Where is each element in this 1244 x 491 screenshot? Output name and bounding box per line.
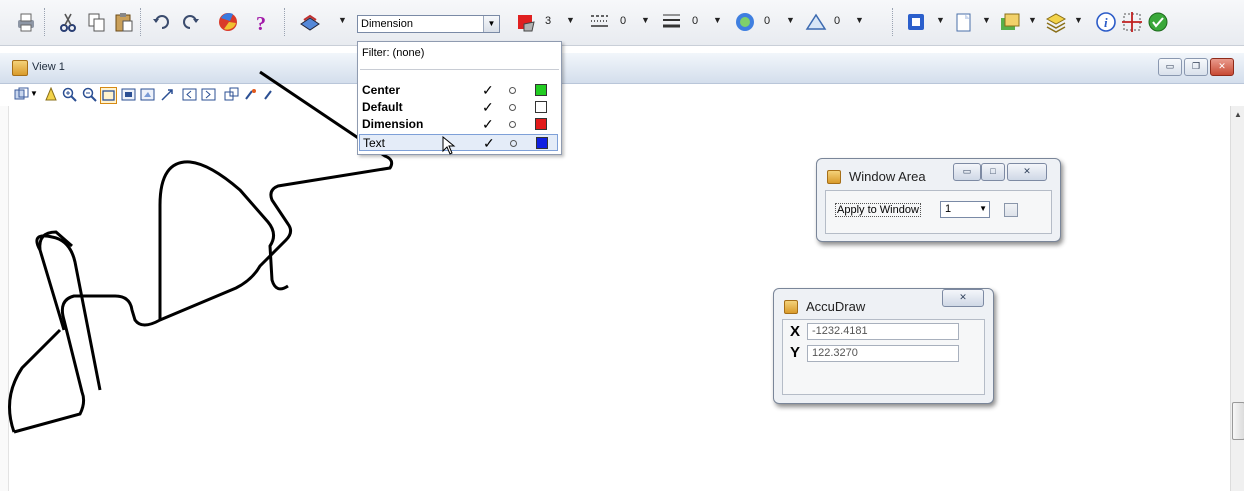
checkmark-icon: ✓	[482, 99, 494, 115]
dot-icon	[510, 140, 517, 147]
window-area-title: Window Area	[849, 169, 926, 184]
checkmark-icon: ✓	[482, 82, 494, 98]
window-area-dialog: Window Area ▭ □ ✕ Apply to Window 1 ▼	[816, 158, 1061, 242]
gear-tooth-shape	[35, 234, 102, 391]
gear-slot-shape	[158, 160, 289, 320]
symbology-item-label: Dimension	[362, 117, 424, 131]
filter-label: Filter: (none)	[362, 47, 425, 59]
color-swatch	[535, 84, 547, 96]
checkmark-icon: ✓	[482, 116, 494, 132]
x-coordinate-value: -1232.4181	[812, 325, 868, 337]
window-number-select[interactable]: 1 ▼	[940, 201, 990, 218]
apply-to-window-label: Apply to Window	[835, 203, 921, 217]
symbology-item-label: Text	[363, 136, 386, 150]
minimize-dialog-button[interactable]: ▭	[953, 163, 981, 181]
window-number-value: 1	[945, 203, 952, 215]
dropdown-divider	[360, 69, 559, 70]
dot-icon	[509, 104, 516, 111]
symbology-item-center[interactable]: Center ✓	[359, 82, 558, 99]
symbology-item-default[interactable]: Default ✓	[359, 99, 558, 116]
symbology-item-text[interactable]: Text ✓	[359, 134, 558, 151]
window-area-body: Apply to Window 1 ▼	[825, 190, 1052, 234]
symbology-dropdown-list: Filter: (none) Center ✓ Default ✓ Dimens…	[357, 41, 562, 155]
symbology-item-label: Default	[362, 100, 403, 114]
accudraw-body: X -1232.4181 Y 122.3270	[782, 319, 985, 395]
y-coordinate-field[interactable]: 122.3270	[807, 345, 959, 362]
y-axis-label: Y	[790, 344, 801, 361]
dialog-icon	[827, 170, 841, 184]
x-axis-label: X	[790, 323, 801, 340]
drawing-canvas[interactable]	[0, 0, 1244, 491]
color-swatch	[535, 101, 547, 113]
color-swatch	[535, 118, 547, 130]
dot-icon	[509, 87, 516, 94]
color-swatch	[536, 137, 548, 149]
close-dialog-button[interactable]: ✕	[1007, 163, 1047, 181]
dot-icon	[509, 121, 516, 128]
dialog-icon	[784, 300, 798, 314]
x-coordinate-field[interactable]: -1232.4181	[807, 323, 959, 340]
apply-checkbox[interactable]	[1004, 203, 1018, 217]
y-coordinate-value: 122.3270	[812, 347, 858, 359]
checkmark-icon: ✓	[483, 135, 495, 151]
symbology-item-label: Center	[362, 83, 401, 97]
accudraw-title: AccuDraw	[806, 299, 866, 314]
close-dialog-button[interactable]: ✕	[942, 289, 984, 307]
symbology-item-dimension[interactable]: Dimension ✓	[359, 116, 558, 133]
gear-tooth-shape	[8, 328, 62, 433]
mouse-pointer-icon	[442, 136, 456, 155]
chevron-down-icon[interactable]: ▼	[979, 204, 987, 213]
maximize-dialog-button[interactable]: □	[981, 163, 1005, 181]
accudraw-dialog: AccuDraw ✕ X -1232.4181 Y 122.3270	[773, 288, 994, 404]
